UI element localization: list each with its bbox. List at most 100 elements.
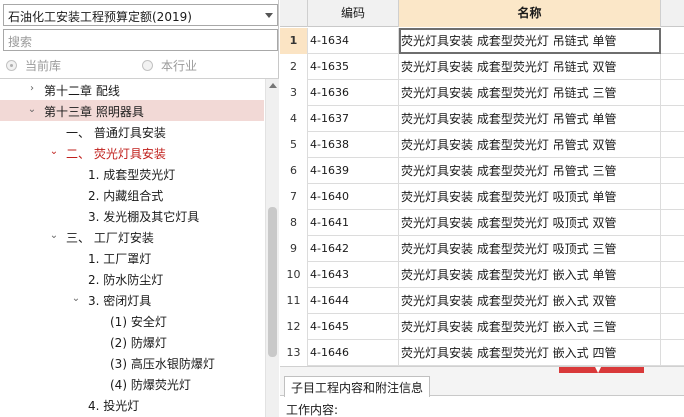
table-row[interactable]: 8 4-1641 荧光灯具安装 成套型荧光灯 吸顶式 双管 xyxy=(280,210,684,236)
table-row[interactable]: 4 4-1637 荧光灯具安装 成套型荧光灯 吊管式 单管 xyxy=(280,106,684,132)
name-cell[interactable]: 荧光灯具安装 成套型荧光灯 嵌入式 三管 xyxy=(399,314,661,340)
name-cell[interactable]: 荧光灯具安装 成套型荧光灯 吊管式 单管 xyxy=(399,106,661,132)
name-cell[interactable]: 荧光灯具安装 成套型荧光灯 吊管式 三管 xyxy=(399,158,661,184)
splitter-grip[interactable] xyxy=(559,367,644,373)
unit-cell[interactable] xyxy=(661,314,684,340)
table-row[interactable]: 13 4-1646 荧光灯具安装 成套型荧光灯 嵌入式 四管 xyxy=(280,340,684,366)
tab-work-content[interactable]: 子目工程内容和附注信息 xyxy=(284,376,431,397)
table-row[interactable]: 7 4-1640 荧光灯具安装 成套型荧光灯 吸顶式 单管 xyxy=(280,184,684,210)
code-cell[interactable]: 4-1639 xyxy=(308,158,399,184)
panel-splitter[interactable]: ▼ xyxy=(280,366,684,376)
chevron-down-icon[interactable]: ⌄ xyxy=(26,104,38,116)
table-row[interactable]: 12 4-1645 荧光灯具安装 成套型荧光灯 嵌入式 三管 xyxy=(280,314,684,340)
tree-node[interactable]: (4) 防爆荧光灯 xyxy=(0,373,264,394)
row-number-cell[interactable]: 7 xyxy=(280,184,308,210)
tree-node[interactable]: 2. 内藏组合式 xyxy=(0,184,264,205)
unit-cell[interactable] xyxy=(661,340,684,366)
row-number-cell[interactable]: 5 xyxy=(280,132,308,158)
tree-node[interactable]: (2) 防爆灯 xyxy=(0,331,264,352)
row-number-cell[interactable]: 11 xyxy=(280,288,308,314)
code-cell[interactable]: 4-1641 xyxy=(308,210,399,236)
radio-industry[interactable]: 本行业 xyxy=(142,57,197,74)
row-number-cell[interactable]: 4 xyxy=(280,106,308,132)
name-cell[interactable]: 荧光灯具安装 成套型荧光灯 嵌入式 双管 xyxy=(399,288,661,314)
table-row[interactable]: 5 4-1638 荧光灯具安装 成套型荧光灯 吊管式 双管 xyxy=(280,132,684,158)
chevron-down-icon[interactable]: ⌄ xyxy=(48,146,60,158)
unit-cell[interactable] xyxy=(661,80,684,106)
tree-scrollbar[interactable] xyxy=(265,79,279,417)
tree-node[interactable]: (1) 安全灯 xyxy=(0,310,264,331)
code-cell[interactable]: 4-1644 xyxy=(308,288,399,314)
row-number-cell[interactable]: 8 xyxy=(280,210,308,236)
code-cell[interactable]: 4-1637 xyxy=(308,106,399,132)
chevron-down-icon[interactable] xyxy=(265,13,273,18)
collapse-chevron-icon[interactable]: ▼ xyxy=(595,366,601,374)
unit-cell[interactable] xyxy=(661,236,684,262)
name-cell[interactable]: 荧光灯具安装 成套型荧光灯 吊链式 三管 xyxy=(399,80,661,106)
row-number-cell[interactable]: 6 xyxy=(280,158,308,184)
name-cell[interactable]: 荧光灯具安装 成套型荧光灯 吊链式 单管 xyxy=(399,28,661,54)
row-number-cell[interactable]: 12 xyxy=(280,314,308,340)
row-number-cell[interactable]: 2 xyxy=(280,54,308,80)
table-row[interactable]: 2 4-1635 荧光灯具安装 成套型荧光灯 吊链式 双管 xyxy=(280,54,684,80)
tree-node[interactable]: ⌄ 第十三章 照明器具 xyxy=(0,100,264,121)
tree-node[interactable]: 2. 防水防尘灯 xyxy=(0,268,264,289)
name-cell[interactable]: 荧光灯具安装 成套型荧光灯 嵌入式 四管 xyxy=(399,340,661,366)
tree-node[interactable]: ⌄ 3. 密闭灯具 xyxy=(0,289,264,310)
header-code[interactable]: 编码 xyxy=(308,0,399,27)
code-cell[interactable]: 4-1645 xyxy=(308,314,399,340)
table-row[interactable]: 1 4-1634 荧光灯具安装 成套型荧光灯 吊链式 单管 xyxy=(280,28,684,54)
header-name[interactable]: 名称 xyxy=(399,0,661,27)
unit-cell[interactable] xyxy=(661,54,684,80)
tree-node[interactable]: 4. 投光灯 xyxy=(0,394,264,415)
code-cell[interactable]: 4-1642 xyxy=(308,236,399,262)
tree-node[interactable]: (3) 高压水银防爆灯 xyxy=(0,352,264,373)
unit-cell[interactable] xyxy=(661,262,684,288)
table-row[interactable]: 11 4-1644 荧光灯具安装 成套型荧光灯 嵌入式 双管 xyxy=(280,288,684,314)
library-select[interactable]: 石油化工安装工程预算定额(2019) xyxy=(3,4,278,26)
name-cell[interactable]: 荧光灯具安装 成套型荧光灯 嵌入式 单管 xyxy=(399,262,661,288)
code-cell[interactable]: 4-1640 xyxy=(308,184,399,210)
tree-node[interactable]: 1. 工厂罩灯 xyxy=(0,247,264,268)
tree-node[interactable]: 一、 普通灯具安装 xyxy=(0,121,264,142)
tree-node[interactable]: 1. 成套型荧光灯 xyxy=(0,163,264,184)
unit-cell[interactable] xyxy=(661,184,684,210)
code-cell[interactable]: 4-1643 xyxy=(308,262,399,288)
radio-dot-icon[interactable] xyxy=(142,60,153,71)
tree-node[interactable]: ⌄ 二、 荧光灯具安装 xyxy=(0,142,264,163)
row-number-cell[interactable]: 13 xyxy=(280,340,308,366)
code-cell[interactable]: 4-1636 xyxy=(308,80,399,106)
unit-cell[interactable] xyxy=(661,210,684,236)
unit-cell[interactable] xyxy=(661,28,684,54)
table-row[interactable]: 6 4-1639 荧光灯具安装 成套型荧光灯 吊管式 三管 xyxy=(280,158,684,184)
tree-node[interactable]: 3. 发光棚及其它灯具 xyxy=(0,205,264,226)
radio-dot-icon[interactable] xyxy=(6,60,17,71)
unit-cell[interactable] xyxy=(661,288,684,314)
tree-node[interactable]: ⌄ 三、 工厂灯安装 xyxy=(0,226,264,247)
scroll-up-icon[interactable] xyxy=(269,83,277,88)
table-row[interactable]: 10 4-1643 荧光灯具安装 成套型荧光灯 嵌入式 单管 xyxy=(280,262,684,288)
row-number-cell[interactable]: 1 xyxy=(280,28,308,54)
unit-cell[interactable] xyxy=(661,106,684,132)
chevron-down-icon[interactable]: ⌄ xyxy=(70,293,82,305)
name-cell[interactable]: 荧光灯具安装 成套型荧光灯 吸顶式 三管 xyxy=(399,236,661,262)
row-number-cell[interactable]: 9 xyxy=(280,236,308,262)
radio-current-library[interactable]: 当前库 xyxy=(6,57,61,74)
row-number-cell[interactable]: 10 xyxy=(280,262,308,288)
code-cell[interactable]: 4-1646 xyxy=(308,340,399,366)
name-cell[interactable]: 荧光灯具安装 成套型荧光灯 吸顶式 单管 xyxy=(399,184,661,210)
chevron-down-icon[interactable]: ⌄ xyxy=(48,230,60,242)
chevron-right-icon[interactable]: › xyxy=(26,83,38,95)
scroll-thumb[interactable] xyxy=(268,207,277,357)
name-cell[interactable]: 荧光灯具安装 成套型荧光灯 吊管式 双管 xyxy=(399,132,661,158)
code-cell[interactable]: 4-1634 xyxy=(308,28,399,54)
code-cell[interactable]: 4-1638 xyxy=(308,132,399,158)
tree-node[interactable]: › 第十二章 配线 xyxy=(0,79,264,100)
code-cell[interactable]: 4-1635 xyxy=(308,54,399,80)
search-input[interactable]: 搜索 xyxy=(3,29,278,51)
table-row[interactable]: 9 4-1642 荧光灯具安装 成套型荧光灯 吸顶式 三管 xyxy=(280,236,684,262)
row-number-cell[interactable]: 3 xyxy=(280,80,308,106)
name-cell[interactable]: 荧光灯具安装 成套型荧光灯 吊链式 双管 xyxy=(399,54,661,80)
table-row[interactable]: 3 4-1636 荧光灯具安装 成套型荧光灯 吊链式 三管 xyxy=(280,80,684,106)
header-unit[interactable] xyxy=(661,0,684,27)
